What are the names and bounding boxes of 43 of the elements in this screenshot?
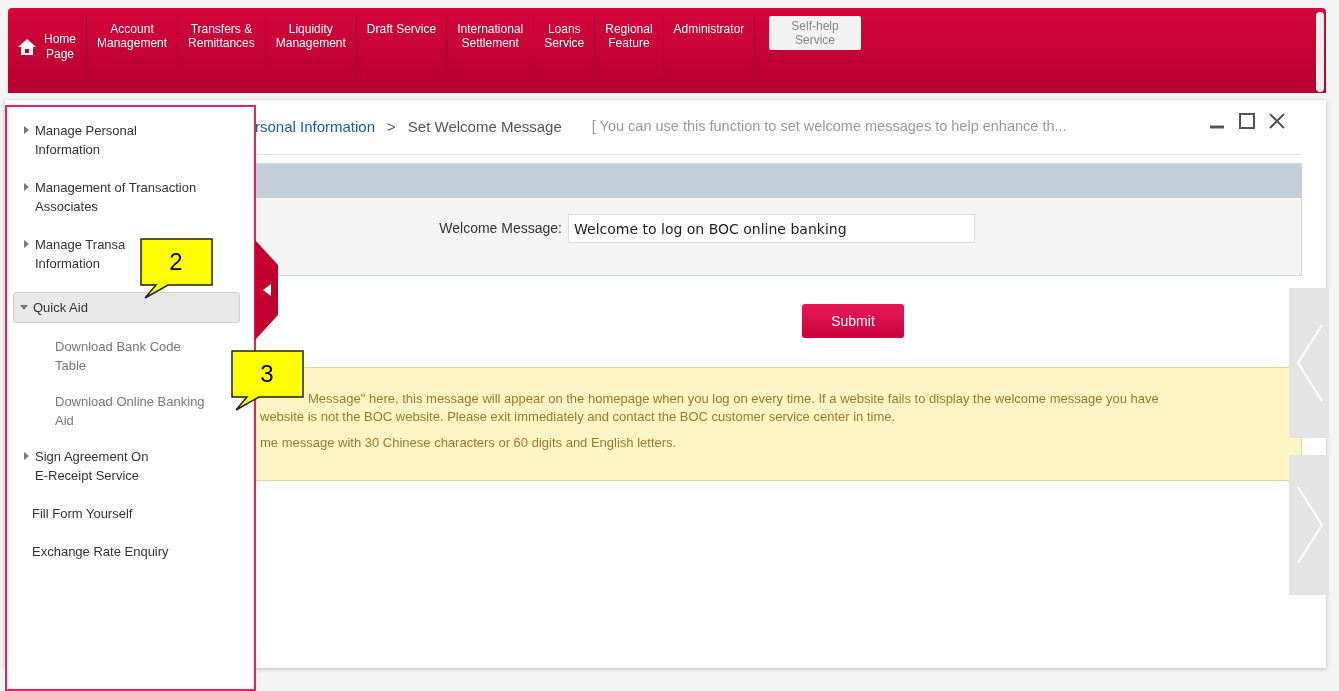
sidebar-item[interactable]: Manage Personal Information [22,121,137,159]
sidebar-subitem[interactable]: Download Online Banking Aid [55,392,205,430]
menu-item[interactable]: Liquidity Management [265,16,357,78]
sidebar-item[interactable]: Exchange Rate Enquiry [22,542,169,561]
sidebar-item[interactable]: Fill Form Yourself [22,504,133,523]
caret-right-icon [22,183,30,191]
notice-text: Message" here, this message will appear on the homepage when you log on every time. If a website fails to display the welcome message you have [308,390,1160,408]
sidebar-item[interactable]: Manage Transa Information [22,235,126,273]
field-label: Welcome Message: [439,219,562,238]
breadcrumb-link[interactable]: rsonal Information [255,115,376,139]
chevron-left-icon [1294,323,1324,403]
caret-down-icon [20,303,28,311]
close-icon[interactable] [1268,112,1286,130]
menu-item[interactable]: Draft Service [356,16,448,78]
scrollbar[interactable] [1316,12,1324,92]
callout: 3 [231,350,305,412]
welcome-message-input[interactable]: Welcome to log on BOC online banking [568,214,975,243]
home-icon [18,39,36,55]
menu-label: Home Page [44,32,76,62]
sidebar-item[interactable]: Quick Aid [13,292,240,323]
menu-item[interactable]: Account Management [87,16,179,78]
caret-right-icon [22,240,30,248]
home-menu-item[interactable]: Home Page [8,16,87,78]
menu-item[interactable]: Transfers & Remittances [178,16,266,78]
menu-item[interactable]: Administrator [663,16,756,78]
caret-right-icon [22,452,30,460]
menu-item[interactable]: Regional Feature [595,16,664,78]
page-hint: [ You can use this function to set welcome messages to help enhance th... [591,117,1067,137]
menu-item[interactable]: Self-help Service [769,16,861,50]
notice-text: me message with 30 Chinese characters or 60 digits and English letters. [260,434,678,452]
sidebar-item[interactable]: Management of Transaction Associates [22,178,197,216]
sidebar-item[interactable]: Sign Agreement On E-Receipt Service [22,447,149,485]
breadcrumb-current: Set Welcome Message [407,116,562,137]
submit-button[interactable]: Submit [802,304,904,338]
callout: 2 [140,238,214,300]
caret-right-icon [22,126,30,134]
menu-item[interactable]: Loans Service [534,16,596,78]
menu-item[interactable]: International Settlement [447,16,535,78]
sidebar-subitem[interactable]: Download Bank Code Table [55,337,181,375]
maximize-icon[interactable] [1238,112,1256,130]
caret-left-icon [262,284,271,296]
breadcrumb-separator: > [387,116,396,137]
chevron-right-icon [1294,485,1324,565]
